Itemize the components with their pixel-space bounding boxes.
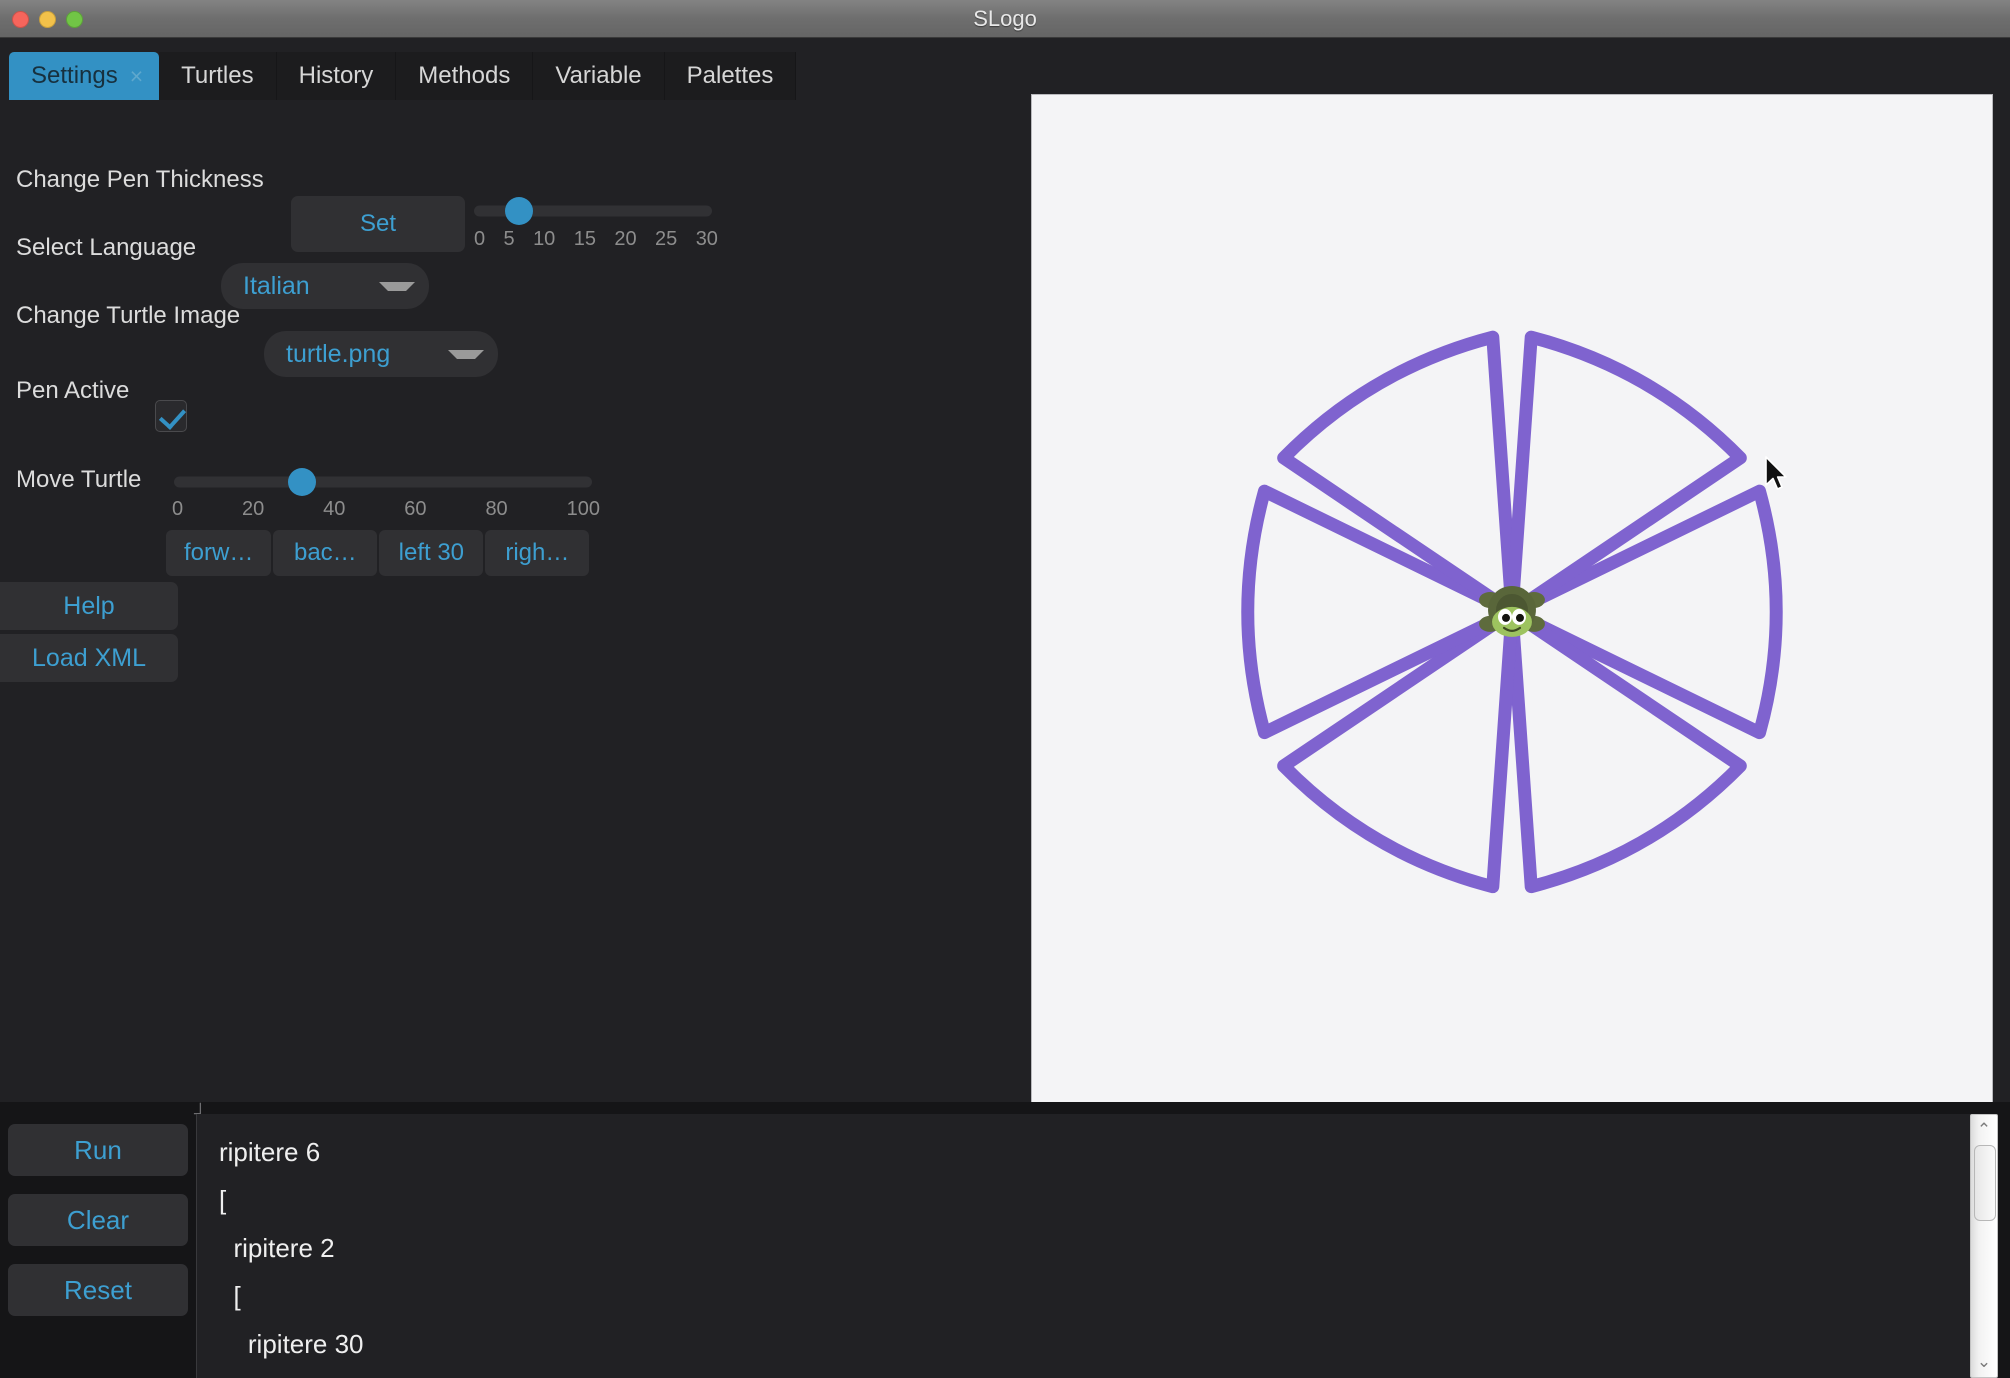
tick-15: 15 (573, 228, 596, 250)
pen-thickness-label: Change Pen Thickness (16, 166, 264, 193)
run-button[interactable]: Run (8, 1124, 188, 1176)
turtle-drawing-canvas[interactable] (1031, 94, 1993, 1129)
row-pen-thickness: Change Pen Thickness (0, 152, 264, 208)
command-input-textarea[interactable]: ripitere 6 [ ripitere 2 [ ripitere 30 [ (196, 1114, 1976, 1378)
turn-left-button[interactable]: left 30 (379, 530, 484, 576)
chevron-down-icon (448, 349, 484, 359)
set-pen-thickness-button[interactable]: Set (291, 196, 465, 252)
move-backward-button[interactable]: bac… (273, 530, 378, 576)
language-dropdown-value: Italian (243, 271, 310, 300)
turtle-sprite (1479, 585, 1545, 637)
tick-10: 10 (533, 228, 556, 250)
move-forward-button[interactable]: forw… (166, 530, 272, 576)
row-pen-active: Pen Active (0, 363, 129, 419)
scrollbar-thumb[interactable] (1974, 1145, 1996, 1221)
tab-methods[interactable]: Methods (396, 52, 534, 100)
move-turtle-slider-track[interactable] (174, 476, 592, 488)
mouse-cursor (1765, 456, 1787, 490)
tick-100: 100 (566, 498, 600, 520)
tab-settings-label: Settings (31, 62, 118, 89)
settings-panel: Change Pen Thickness Set 0 5 10 15 20 25… (0, 100, 1010, 1102)
app-body: Settings × Turtles History Methods Varia… (0, 38, 2010, 1129)
turn-right-button[interactable]: righ… (485, 530, 590, 576)
clear-button[interactable]: Clear (8, 1194, 188, 1246)
move-turtle-slider[interactable] (174, 467, 592, 497)
tick-20: 20 (614, 228, 637, 250)
window-title: SLogo (973, 6, 1037, 31)
command-console-panel: Run Clear Reset ┘ ripitere 6 [ ripitere … (0, 1102, 2010, 1378)
move-turtle-slider-thumb[interactable] (288, 468, 316, 496)
row-turtle-image: Change Turtle Image (0, 288, 240, 344)
pen-thickness-slider-thumb[interactable] (505, 197, 533, 225)
row-move-turtle: Move Turtle (0, 452, 141, 508)
tab-methods-label: Methods (418, 62, 511, 89)
tab-palettes-label: Palettes (686, 62, 774, 89)
pen-thickness-slider[interactable] (474, 196, 712, 226)
pen-active-checkbox[interactable] (155, 400, 187, 432)
tab-bar: Settings × Turtles History Methods Varia… (0, 52, 797, 100)
console-buttons: Run Clear Reset (8, 1124, 188, 1316)
move-turtle-label: Move Turtle (16, 466, 142, 493)
window-title-bar: SLogo (0, 0, 2010, 38)
tab-variable-label: Variable (555, 62, 642, 89)
tab-turtles-label: Turtles (181, 62, 254, 89)
tick-0: 0 (474, 228, 486, 250)
turtle-image-dropdown-value: turtle.png (286, 339, 391, 368)
tick-60: 60 (404, 498, 427, 520)
pen-thickness-ticks: 0 5 10 15 20 25 30 (474, 228, 718, 251)
tab-turtles[interactable]: Turtles (159, 52, 277, 100)
tick-20: 20 (242, 498, 265, 520)
tab-variable[interactable]: Variable (533, 52, 665, 100)
pen-active-label: Pen Active (16, 377, 130, 404)
scroll-down-icon[interactable]: ⌄ (1971, 1349, 1997, 1375)
help-button[interactable]: Help (0, 582, 178, 630)
turtle-image-dropdown[interactable]: turtle.png (264, 331, 498, 377)
load-xml-button[interactable]: Load XML (0, 634, 178, 682)
console-scrollbar[interactable]: ⌃ ⌄ (1970, 1114, 1998, 1378)
move-turtle-buttons: forw… bac… left 30 righ… (166, 530, 591, 576)
scroll-up-icon[interactable]: ⌃ (1971, 1117, 1997, 1143)
tick-80: 80 (485, 498, 508, 520)
tab-palettes[interactable]: Palettes (664, 52, 797, 100)
close-icon[interactable]: × (130, 63, 143, 90)
move-turtle-ticks: 0 20 40 60 80 100 (172, 498, 600, 521)
language-dropdown[interactable]: Italian (221, 263, 429, 309)
reset-button[interactable]: Reset (8, 1264, 188, 1316)
tick-25: 25 (655, 228, 678, 250)
tab-history[interactable]: History (276, 52, 397, 100)
select-language-label: Select Language (16, 234, 197, 261)
tick-30: 30 (695, 228, 718, 250)
chevron-down-icon (379, 281, 415, 291)
tick-40: 40 (323, 498, 346, 520)
tick-0: 0 (172, 498, 184, 520)
turtle-image-label: Change Turtle Image (16, 302, 241, 329)
turtle-drawing-svg (1241, 330, 1783, 894)
tick-5: 5 (503, 228, 515, 250)
tab-history-label: History (298, 62, 374, 89)
row-select-language: Select Language (0, 220, 196, 276)
tab-settings[interactable]: Settings × (9, 52, 160, 100)
